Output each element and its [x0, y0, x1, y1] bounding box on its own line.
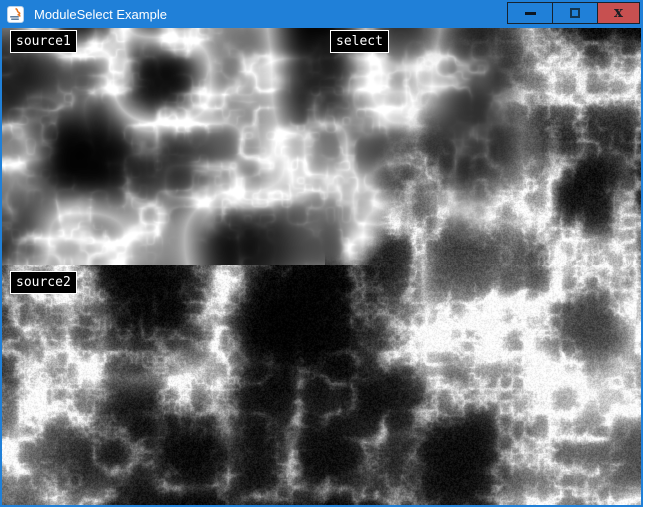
close-button[interactable]: x: [597, 2, 640, 24]
minimize-button[interactable]: [507, 2, 553, 24]
maximize-button[interactable]: [552, 2, 598, 24]
window-title: ModuleSelect Example: [34, 7, 167, 22]
app-window: ModuleSelect Example x source1 select so…: [0, 0, 643, 507]
select-image: select: [325, 28, 641, 265]
source2-label: source2: [10, 271, 77, 294]
close-icon: x: [614, 5, 623, 20]
minimize-icon: [525, 12, 536, 15]
source1-canvas: [2, 28, 325, 265]
java-coffee-icon[interactable]: [7, 6, 24, 23]
title-bar[interactable]: ModuleSelect Example x: [0, 0, 643, 28]
maximize-icon: [570, 8, 580, 18]
render-area: source1 select source2: [2, 28, 641, 505]
source1-image: source1: [2, 28, 325, 265]
source1-label: source1: [10, 30, 77, 53]
select-canvas: [325, 28, 641, 265]
window-controls: x: [508, 2, 640, 24]
source2-image: source2: [2, 265, 641, 505]
select-label: select: [330, 30, 389, 53]
source2-canvas: [2, 265, 641, 505]
